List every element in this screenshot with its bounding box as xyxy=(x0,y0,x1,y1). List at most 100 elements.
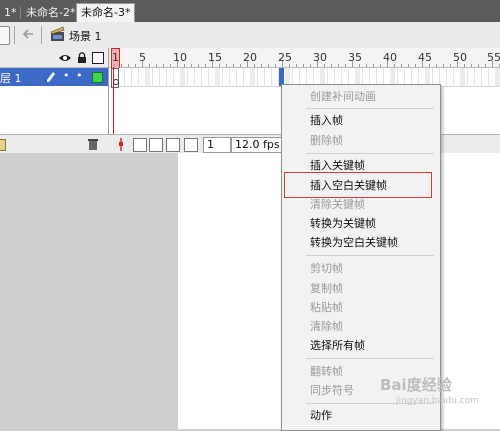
menu-item-paste-frames[interactable]: 粘贴帧 xyxy=(310,300,343,316)
ruler-tick xyxy=(359,64,360,67)
ruler-number: 1 xyxy=(112,51,119,64)
lock-icon[interactable] xyxy=(77,51,87,64)
ruler-tick xyxy=(121,64,122,67)
ruler-tick xyxy=(261,64,262,67)
back-arrow-icon[interactable] xyxy=(20,25,36,43)
layer-name[interactable]: 层 1 xyxy=(0,70,22,86)
pasteboard-area xyxy=(0,153,178,429)
ruler-tick xyxy=(373,64,374,67)
frame-cell xyxy=(145,68,150,86)
frame-cell xyxy=(208,68,209,86)
onion-skin-outlines-icon[interactable] xyxy=(149,138,163,152)
trash-icon[interactable] xyxy=(87,138,99,151)
ruler-tick xyxy=(289,64,290,67)
lock-dot[interactable]: • xyxy=(76,69,83,82)
ruler-tick xyxy=(352,61,353,67)
ruler-tick xyxy=(163,64,164,67)
ruler-tick xyxy=(170,64,171,67)
edit-multiple-frames-icon[interactable] xyxy=(166,138,180,152)
tab-untitled-3[interactable]: 未命名-3* xyxy=(76,3,136,23)
ruler-number: 20 xyxy=(243,51,257,64)
visibility-dot[interactable]: • xyxy=(63,69,70,82)
frame-cell xyxy=(187,68,188,86)
frame-cell xyxy=(257,68,258,86)
ruler-tick xyxy=(149,64,150,67)
tab-document-1[interactable]: 1* xyxy=(0,4,21,22)
ruler-tick xyxy=(191,64,192,67)
ruler-number: 45 xyxy=(418,51,432,64)
ruler-tick xyxy=(275,64,276,67)
pencil-icon xyxy=(46,71,56,83)
ruler-tick xyxy=(380,64,381,67)
eye-icon[interactable] xyxy=(58,52,72,64)
ruler-number: 30 xyxy=(313,51,327,64)
ruler-tick xyxy=(492,61,493,67)
ruler-tick xyxy=(156,64,157,67)
menu-item-clear-keyframe[interactable]: 清除关键帧 xyxy=(310,197,365,213)
menu-item-remove-frames[interactable]: 删除帧 xyxy=(310,133,343,149)
ruler-number: 50 xyxy=(453,51,467,64)
frame-ruler[interactable]: 1 5 10 15 20 25 30 35 40 45 50 55 xyxy=(109,48,500,69)
ruler-tick xyxy=(464,64,465,67)
outline-toggle-icon[interactable] xyxy=(92,52,104,64)
toolbar-divider xyxy=(41,26,42,44)
frame-cell xyxy=(446,68,447,86)
menu-item-create-motion-tween[interactable]: 创建补间动画 xyxy=(310,89,376,105)
layer-row-selected[interactable]: 层 1 • • xyxy=(0,68,109,86)
frame-cell xyxy=(243,68,244,86)
toolbar-divider xyxy=(14,26,15,44)
ruler-tick xyxy=(114,64,115,67)
frame-cell xyxy=(229,68,230,86)
layer-outline-color-swatch[interactable] xyxy=(92,72,103,83)
menu-item-insert-frame[interactable]: 插入帧 xyxy=(310,113,343,129)
menu-item-clear-frames[interactable]: 清除帧 xyxy=(310,319,343,335)
ruler-number: 15 xyxy=(208,51,222,64)
frame-cell xyxy=(481,68,482,86)
ruler-tick xyxy=(331,64,332,67)
ruler-tick xyxy=(198,64,199,67)
frame-cell xyxy=(124,68,125,86)
menu-item-actions[interactable]: 动作 xyxy=(310,408,332,424)
ruler-tick xyxy=(443,64,444,67)
current-frame-display: 1 xyxy=(203,137,231,153)
frame-cell xyxy=(488,68,489,86)
tab-divider xyxy=(20,7,21,19)
menu-item-copy-frames[interactable]: 复制帧 xyxy=(310,281,343,297)
frame-cell xyxy=(271,68,272,86)
frame-cell xyxy=(222,68,223,86)
ruler-tick xyxy=(478,64,479,67)
menu-item-cut-frames[interactable]: 剪切帧 xyxy=(310,261,343,277)
frame-cell xyxy=(236,68,237,86)
frame-cell xyxy=(467,68,468,86)
document-tab-bar: 1* 未命名-2* 未命名-3* xyxy=(0,0,500,23)
ruler-tick xyxy=(401,64,402,67)
new-layer-folder-icon[interactable] xyxy=(0,139,6,151)
frame-cell xyxy=(138,68,139,86)
ruler-tick xyxy=(254,64,255,67)
frame-cell xyxy=(131,68,132,86)
menu-item-convert-to-blank-keyframes[interactable]: 转换为空白关键帧 xyxy=(310,235,398,251)
ruler-tick xyxy=(135,64,136,67)
menu-separator xyxy=(306,358,434,359)
ruler-tick xyxy=(366,64,367,67)
tab-untitled-2[interactable]: 未命名-2* xyxy=(22,4,79,22)
menu-item-select-all-frames[interactable]: 选择所有帧 xyxy=(310,338,365,354)
ruler-tick xyxy=(233,64,234,67)
ruler-number: 55 xyxy=(487,51,500,64)
toolbar-button-partial[interactable] xyxy=(0,26,10,45)
onion-skin-icon[interactable] xyxy=(133,138,147,152)
scene-label[interactable]: 场景 1 xyxy=(69,28,102,44)
center-frame-icon[interactable] xyxy=(116,138,126,151)
modify-markers-icon[interactable] xyxy=(184,138,198,152)
menu-item-synchronize-symbols[interactable]: 同步符号 xyxy=(310,383,354,399)
menu-item-reverse-frames[interactable]: 翻转帧 xyxy=(310,364,343,380)
menu-item-convert-to-keyframes[interactable]: 转换为关键帧 xyxy=(310,216,376,232)
baidu-watermark: Bai度经验 xyxy=(380,376,452,394)
ruler-tick xyxy=(128,64,129,67)
menu-separator xyxy=(306,255,434,256)
frame-cell xyxy=(453,68,454,86)
ruler-tick xyxy=(240,64,241,67)
ruler-tick xyxy=(247,61,248,67)
frame-rate-display[interactable]: 12.0 fps xyxy=(231,137,287,153)
ruler-tick xyxy=(408,64,409,67)
